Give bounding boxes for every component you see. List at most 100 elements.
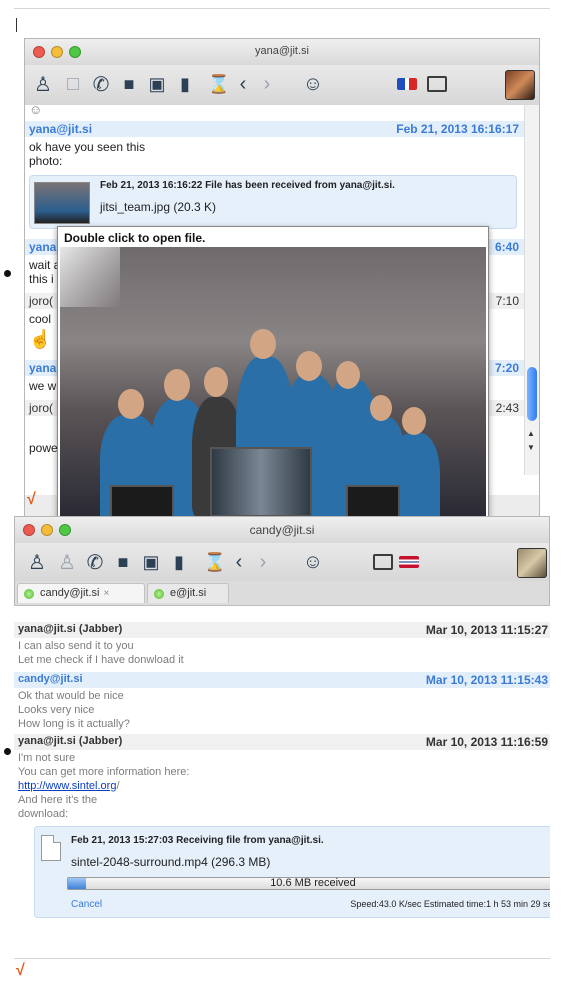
video-call-icon[interactable]: ■	[111, 550, 135, 574]
language-flag-icon[interactable]	[397, 550, 421, 574]
contact-avatar	[505, 70, 535, 100]
transfer-progress-bar: 10.6 MB received	[67, 877, 550, 890]
tab-label: candy@jit.si	[40, 587, 100, 599]
message-time: 7:20	[494, 361, 519, 375]
message-time: Mar 10, 2013 11:16:59	[425, 735, 548, 749]
file-status: Feb 21, 2013 16:16:22 File has been rece…	[100, 180, 395, 191]
add-contact-icon[interactable]: ♙	[55, 550, 79, 574]
list-bullet	[4, 748, 11, 755]
image-preview-popup[interactable]: Double click to open file.	[57, 226, 489, 520]
message-time: 7:10	[495, 294, 519, 308]
message-text: wait a	[29, 258, 61, 272]
chat-transcript: yana@jit.si (Jabber) Mar 10, 2013 11:15:…	[14, 622, 550, 958]
thumbs-up-icon: ☝	[29, 329, 52, 349]
file-received-panel: Feb 21, 2013 16:16:22 File has been rece…	[29, 175, 517, 229]
message-time: Mar 10, 2013 11:15:43	[425, 673, 548, 687]
jitsi-logo-icon: √	[16, 962, 25, 979]
forward-arrow-icon[interactable]: ›	[251, 550, 275, 574]
online-status-icon	[24, 589, 34, 599]
chat-toolbar: ♙ □ ✆ ■ ▣ ▮ ⌛ ‹ › ☺	[25, 65, 539, 105]
message-text: I can also send it to you	[18, 640, 134, 652]
sender-name: joro(	[29, 401, 54, 415]
message-text: cool	[29, 312, 52, 326]
jitsi-logo-icon: √	[27, 491, 36, 508]
encryption-lock-icon[interactable]	[425, 72, 449, 96]
message-text: download:	[18, 808, 69, 820]
popup-caption: Double click to open file.	[64, 231, 206, 245]
message-header: yana@jit.si Feb 21, 2013 16:16:17	[25, 121, 539, 137]
message-text: Ok that would be nice	[18, 690, 124, 702]
file-transfer-panel: Feb 21, 2013 15:27:03 Receiving file fro…	[34, 826, 550, 918]
desktop-sharing-icon[interactable]: ▣	[145, 72, 169, 96]
tab-e[interactable]: e@jit.si	[147, 583, 229, 603]
emoticon-icon: ☺	[29, 105, 43, 117]
smiley-icon[interactable]: ☺	[301, 72, 325, 96]
chat-window-candy: candy@jit.si ♙ ♙ ✆ ■ ▣ ▮ ⌛ ‹ › ☺ candy@j…	[14, 516, 550, 606]
file-name[interactable]: jitsi_team.jpg (20.3 K)	[100, 200, 216, 214]
video-call-icon[interactable]: ■	[117, 72, 141, 96]
message-time: 2:43	[495, 401, 519, 415]
sender-name: yana@jit.si (Jabber)	[18, 623, 123, 635]
scroll-up-arrow-icon[interactable]: ▲	[527, 429, 535, 438]
sender-name: yana@jit.si (Jabber)	[18, 735, 123, 747]
message-text: You can get more information here:	[18, 766, 190, 778]
back-arrow-icon[interactable]: ‹	[227, 550, 251, 574]
call-icon[interactable]: ✆	[89, 72, 113, 96]
forward-arrow-icon[interactable]: ›	[255, 72, 279, 96]
message-time: Feb 21, 2013 16:16:17	[396, 122, 519, 136]
text-cursor	[16, 18, 17, 32]
message-text: I'm not sure	[18, 752, 76, 764]
history-hourglass-icon[interactable]: ⌛	[207, 72, 231, 96]
message-text: we w	[29, 379, 57, 393]
top-divider	[14, 8, 550, 9]
sender-name: yana	[29, 240, 57, 254]
window-title: candy@jit.si	[249, 523, 315, 537]
encryption-lock-icon[interactable]	[371, 550, 395, 574]
invite-contact-icon[interactable]: ♙	[25, 550, 49, 574]
sender-name: yana@jit.si	[29, 122, 93, 136]
sender-name: yana	[29, 361, 57, 375]
title-bar: yana@jit.si	[25, 39, 539, 65]
message-text: Looks very nice	[18, 704, 95, 716]
cancel-transfer-button[interactable]: Cancel	[71, 899, 102, 910]
team-photo[interactable]	[60, 247, 486, 517]
language-flag-icon[interactable]	[395, 72, 419, 96]
link-suffix: /	[116, 780, 120, 792]
sender-name: candy@jit.si	[18, 673, 83, 685]
message-time: 6:40	[494, 240, 519, 254]
chat-history-icon[interactable]: □	[61, 72, 85, 96]
history-hourglass-icon[interactable]: ⌛	[203, 550, 227, 574]
desktop-sharing-icon[interactable]: ▣	[139, 550, 163, 574]
transfer-speed: Speed:43.0 K/sec Estimated time:1 h 53 m…	[350, 899, 550, 909]
tab-candy[interactable]: candy@jit.si ×	[17, 583, 145, 603]
smiley-icon[interactable]: ☺	[301, 550, 325, 574]
title-bar: candy@jit.si	[15, 517, 549, 543]
sintel-link[interactable]: http://www.sintel.org	[18, 780, 116, 792]
progress-label: 10.6 MB received	[270, 877, 356, 889]
link-line: http://www.sintel.org/	[18, 780, 120, 792]
scrollbar-thumb[interactable]	[527, 367, 537, 421]
message-text: And here it's the	[18, 794, 98, 806]
send-file-icon[interactable]: ▮	[173, 72, 197, 96]
tab-label: e@jit.si	[170, 587, 207, 599]
transfer-status: Feb 21, 2013 15:27:03 Receiving file fro…	[71, 835, 324, 846]
message-header: yana@jit.si (Jabber) Mar 10, 2013 11:15:…	[14, 622, 550, 638]
message-time: Mar 10, 2013 11:15:27	[425, 623, 548, 637]
photo-thumbnail[interactable]	[34, 182, 90, 224]
close-tab-icon[interactable]: ×	[103, 588, 109, 599]
chat-tabs: candy@jit.si × e@jit.si	[15, 581, 549, 606]
chat-toolbar: ♙ ♙ ✆ ■ ▣ ▮ ⌛ ‹ › ☺	[15, 543, 549, 581]
message-text: ok have you seen this	[29, 140, 146, 154]
message-text: How long is it actually?	[18, 718, 130, 730]
call-icon[interactable]: ✆	[83, 550, 107, 574]
message-text: Let me check if I have donwload it	[18, 654, 184, 666]
sender-name: joro(	[29, 294, 54, 308]
scroll-down-arrow-icon[interactable]: ▼	[527, 443, 535, 452]
file-icon	[41, 835, 61, 861]
invite-contact-icon[interactable]: ♙	[31, 72, 55, 96]
vertical-scrollbar[interactable]: ▲ ▼	[524, 105, 539, 475]
back-arrow-icon[interactable]: ‹	[231, 72, 255, 96]
input-divider	[14, 958, 550, 959]
file-name: sintel-2048-surround.mp4 (296.3 MB)	[71, 855, 271, 869]
send-file-icon[interactable]: ▮	[167, 550, 191, 574]
